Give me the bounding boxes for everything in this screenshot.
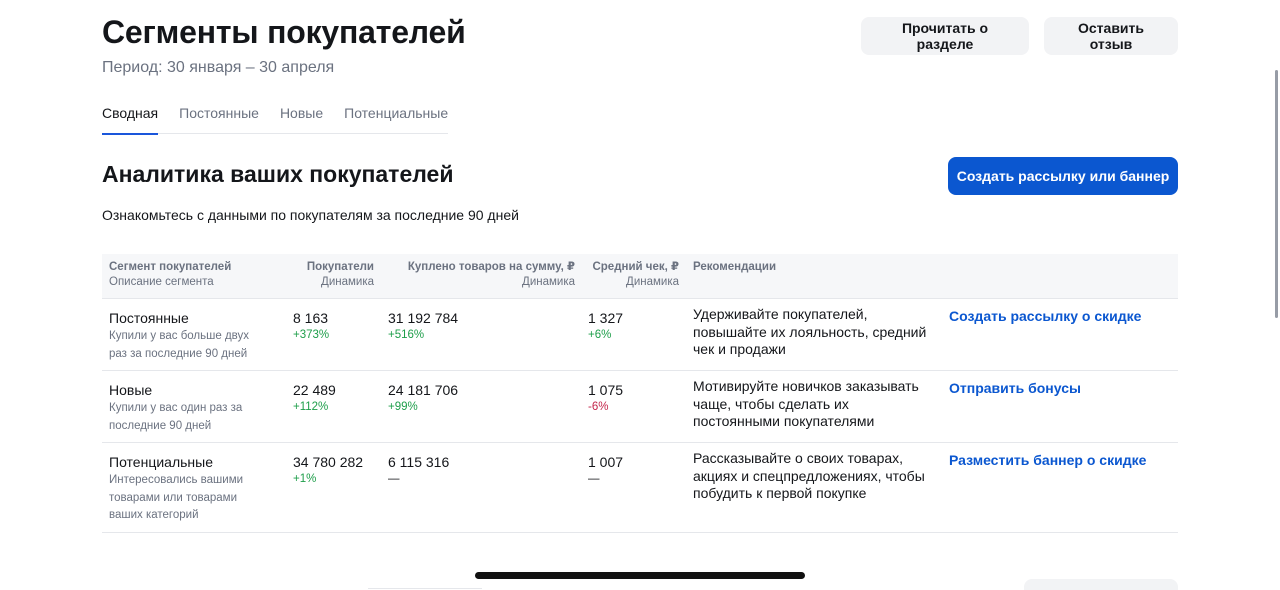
read-about-section-button[interactable]: Прочитать о разделе <box>861 17 1029 55</box>
tab-regular[interactable]: Постоянные <box>179 102 259 134</box>
purchased-dynamics: +99% <box>388 401 418 413</box>
horizontal-scrollbar[interactable] <box>475 572 805 579</box>
buyers-value: 22 489 <box>293 382 336 398</box>
segment-name: Новые <box>109 382 153 398</box>
buyers-dynamics: +373% <box>293 329 330 341</box>
purchased-value: 24 181 706 <box>388 382 459 398</box>
leave-feedback-button[interactable]: Оставить отзыв <box>1044 17 1178 55</box>
buyers-cell: 34 780 282 +1% <box>293 454 363 485</box>
avg-check-dynamics: — <box>588 473 600 485</box>
avg-check-dynamics: +6% <box>588 329 612 341</box>
purchased-dynamics: — <box>388 473 400 485</box>
segment-description: Купили у вас один раз за последние 90 дн… <box>109 402 243 432</box>
table-header: Сегмент покупателей Описание сегмента По… <box>102 254 1178 299</box>
header-avg-check-sub: Динамика <box>626 276 679 288</box>
avg-check-dynamics: -6% <box>588 401 609 413</box>
segment-name: Потенциальные <box>109 454 213 470</box>
purchased-dynamics: +516% <box>388 329 425 341</box>
segment-cell: Новые Купили у вас один раз за последние… <box>109 382 269 435</box>
avg-check-value: 1 327 <box>588 310 624 326</box>
segments-table: Сегмент покупателей Описание сегмента По… <box>102 254 1178 533</box>
buyers-cell: 8 163 +373% <box>293 310 329 341</box>
segment-description: Купили у вас больше двух раз за последни… <box>109 330 250 360</box>
purchased-cell: 6 115 316 — <box>388 454 449 485</box>
tab-potential[interactable]: Потенциальные <box>344 102 448 134</box>
section-description: Ознакомьтесь с данными по покупателям за… <box>102 207 519 223</box>
avg-check-cell: 1 327 +6% <box>588 310 623 341</box>
header-avg-check-label: Средний чек, ₽ <box>592 261 679 273</box>
header-purchased-label: Куплено товаров на сумму, ₽ <box>407 261 575 273</box>
bottom-button-partial[interactable] <box>1024 579 1178 590</box>
avg-check-value: 1 007 <box>588 454 624 470</box>
header-segment-label: Сегмент покупателей <box>109 261 232 273</box>
page-title: Сегменты покупателей <box>102 14 466 50</box>
divider <box>368 588 482 589</box>
header-avg-check: Средний чек, ₽ Динамика <box>592 260 679 290</box>
section-title: Аналитика ваших покупателей <box>102 161 454 187</box>
buyers-dynamics: +112% <box>293 401 329 413</box>
place-discount-banner-link[interactable]: Разместить баннер о скидке <box>949 452 1146 468</box>
period-label: Период: 30 января – 30 апреля <box>102 59 335 76</box>
segment-description: Интересовались вашими товарами или товар… <box>109 474 244 521</box>
header-segment-sub: Описание сегмента <box>109 276 214 288</box>
header-buyers: Покупатели Динамика <box>307 260 374 290</box>
recommendation-text: Мотивируйте новичков заказывать чаще, чт… <box>693 378 919 429</box>
header-recommendations: Рекомендации <box>693 260 776 275</box>
buyers-dynamics: +1% <box>293 473 317 485</box>
vertical-scrollbar[interactable] <box>1275 70 1278 318</box>
create-mailing-or-banner-button[interactable]: Создать рассылку или баннер <box>948 157 1178 195</box>
tab-summary[interactable]: Сводная <box>102 102 159 135</box>
avg-check-value: 1 075 <box>588 382 624 398</box>
tab-new[interactable]: Новые <box>280 102 323 134</box>
purchased-value: 31 192 784 <box>388 310 459 326</box>
recommendation-text: Рассказывайте о своих товарах, акциях и … <box>693 450 925 501</box>
table-row: Постоянные Купили у вас больше двух раз … <box>102 299 1178 371</box>
header-segment: Сегмент покупателей Описание сегмента <box>109 260 231 290</box>
segment-name: Постоянные <box>109 310 189 326</box>
buyers-cell: 22 489 +112% <box>293 382 336 413</box>
header-recommendations-label: Рекомендации <box>693 261 777 273</box>
create-discount-mailing-link[interactable]: Создать рассылку о скидке <box>949 308 1141 324</box>
purchased-value: 6 115 316 <box>388 454 450 470</box>
table-row: Потенциальные Интересовались вашими това… <box>102 443 1178 533</box>
purchased-cell: 24 181 706 +99% <box>388 382 458 413</box>
header-purchased-sub: Динамика <box>522 276 575 288</box>
recommendation-text: Удерживайте покупателей, повышайте их ло… <box>693 306 927 357</box>
header-buyers-sub: Динамика <box>321 276 374 288</box>
segment-cell: Потенциальные Интересовались вашими това… <box>109 454 269 525</box>
header-buyers-label: Покупатели <box>306 261 374 273</box>
segment-tabs: Сводная Постоянные Новые Потенциальные <box>102 102 449 135</box>
buyers-value: 34 780 282 <box>293 454 364 470</box>
buyers-value: 8 163 <box>293 310 329 326</box>
avg-check-cell: 1 075 -6% <box>588 382 623 413</box>
avg-check-cell: 1 007 — <box>588 454 623 485</box>
table-row: Новые Купили у вас один раз за последние… <box>102 371 1178 443</box>
segment-cell: Постоянные Купили у вас больше двух раз … <box>109 310 269 363</box>
purchased-cell: 31 192 784 +516% <box>388 310 458 341</box>
header-purchased: Куплено товаров на сумму, ₽ Динамика <box>408 260 575 290</box>
send-bonuses-link[interactable]: Отправить бонусы <box>949 380 1081 396</box>
